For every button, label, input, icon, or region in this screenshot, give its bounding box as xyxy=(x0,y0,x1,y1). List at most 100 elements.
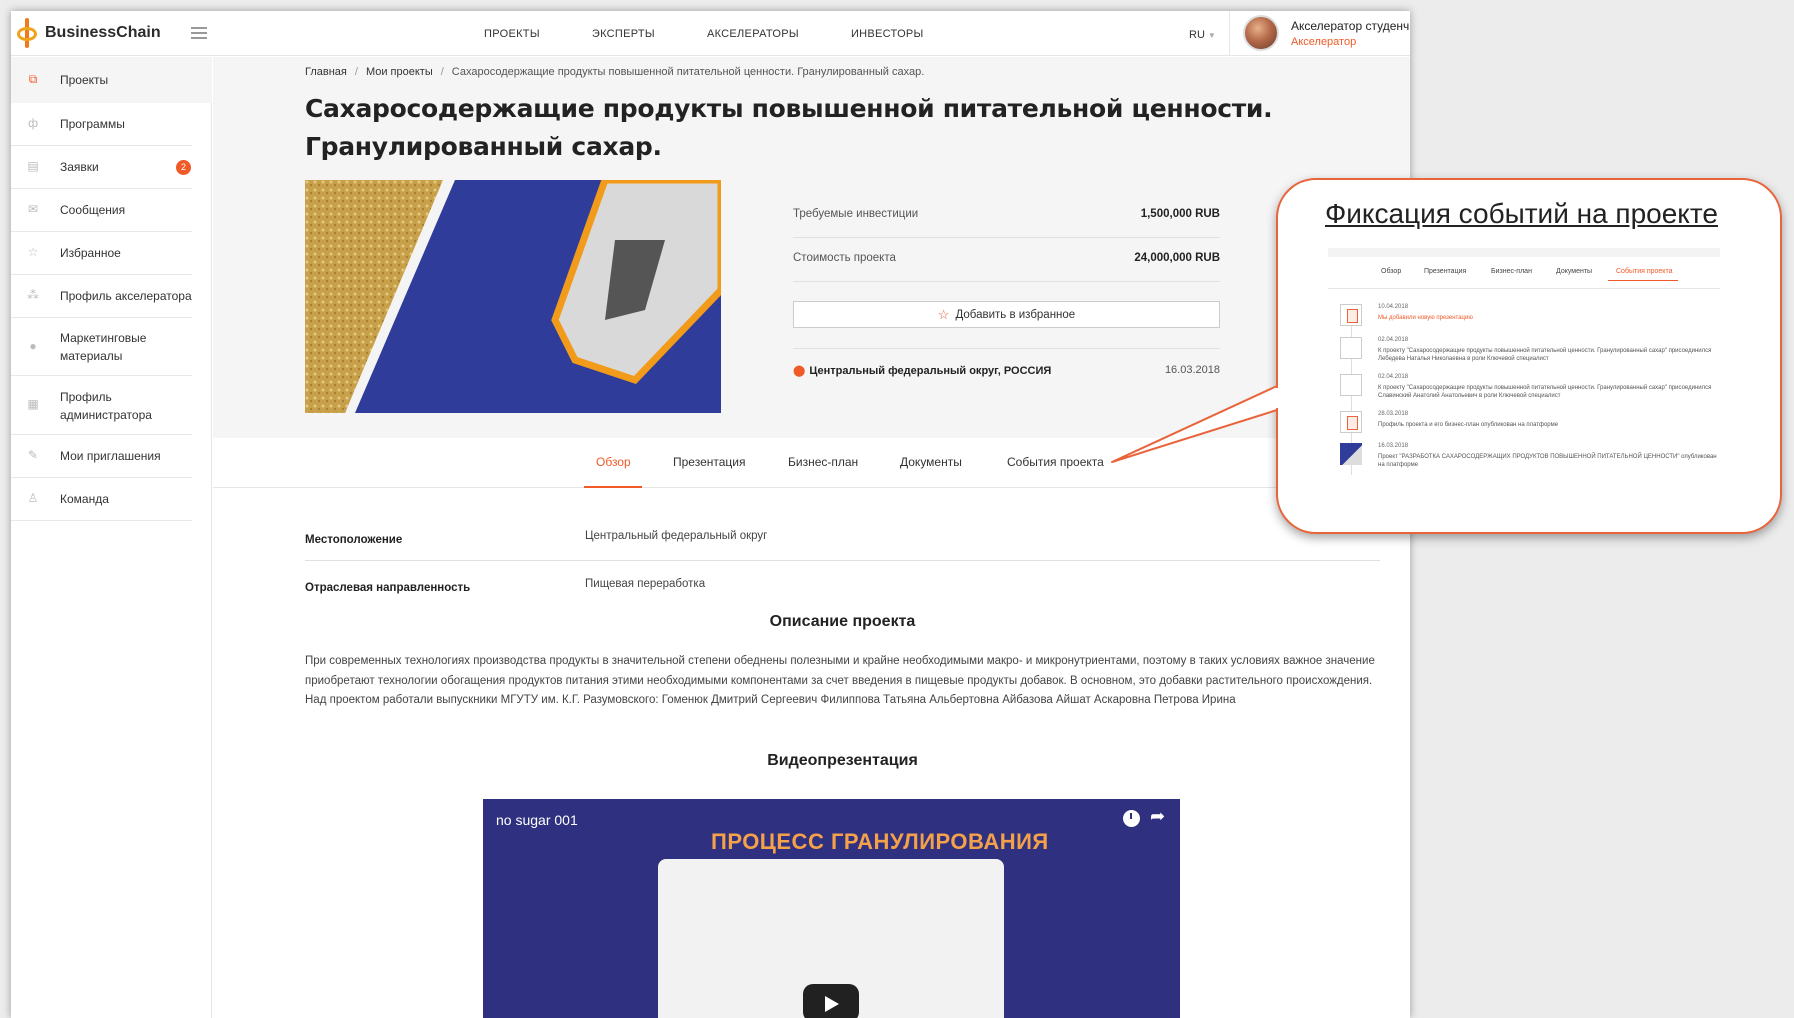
sidebar-item-accelerator-profile[interactable]: ⁂ Профиль акселератора xyxy=(11,275,192,318)
sidebar-item-favorites[interactable]: ☆ Избранное xyxy=(11,232,192,275)
star-icon: ☆ xyxy=(27,245,39,259)
document-icon xyxy=(1340,304,1362,326)
sidebar-item-label: Профиль акселератора xyxy=(60,289,192,303)
sidebar-item-team[interactable]: ♙ Команда xyxy=(11,478,192,521)
industry-detail-row: Отраслевая направленность Пищевая перера… xyxy=(305,564,1380,610)
video-section-title: Видеопрезентация xyxy=(767,752,918,769)
member-icon xyxy=(1340,374,1362,396)
user-name[interactable]: Акселератор студенч xyxy=(1291,19,1409,33)
location-row: ⬤ Центральный федеральный округ, РОССИЯ 1… xyxy=(793,364,1220,377)
event-text: Профиль проекта и его бизнес-план опубли… xyxy=(1378,422,1559,428)
project-image-illustration xyxy=(305,180,721,413)
project-image[interactable] xyxy=(305,180,721,413)
callout-title: Фиксация событий на проекте xyxy=(1325,198,1718,229)
breadcrumb-my-projects[interactable]: Мои проекты xyxy=(366,66,433,78)
nav-accelerators[interactable]: АКСЕЛЕРАТОРЫ xyxy=(707,28,799,40)
sidebar-item-label: Маркетинговые материалы xyxy=(60,331,147,363)
avatar[interactable] xyxy=(1243,15,1279,51)
tab-overview[interactable]: Обзор xyxy=(596,455,631,469)
preview-tab-business-plan: Бизнес-план xyxy=(1491,268,1532,275)
event-date: 02.04.2018 xyxy=(1378,337,1409,343)
divider xyxy=(1328,288,1720,289)
sidebar-item-messages[interactable]: ✉ Сообщения xyxy=(11,189,192,232)
cost-value: 24,000,000 RUB xyxy=(1134,252,1220,264)
nav-projects[interactable]: ПРОЕКТЫ xyxy=(484,28,540,40)
add-to-favorites-label: Добавить в избранное xyxy=(955,308,1076,321)
logo[interactable]: BusinessChain xyxy=(16,18,161,48)
star-icon: ☆ xyxy=(937,306,950,322)
org-icon: ⁂ xyxy=(27,288,39,302)
tab-project-events[interactable]: События проекта xyxy=(1007,455,1104,469)
top-navbar: BusinessChain ПРОЕКТЫ ЭКСПЕРТЫ АКСЕЛЕРАТ… xyxy=(11,11,1410,56)
location-value: Центральный федеральный округ xyxy=(585,530,768,542)
notification-badge: 2 xyxy=(176,160,191,175)
tab-presentation[interactable]: Презентация xyxy=(673,455,746,469)
programs-icon: ф xyxy=(28,116,38,130)
region-text: Центральный федеральный округ, РОССИЯ xyxy=(809,365,1052,377)
event-date: 28.03.2018 xyxy=(1378,411,1409,417)
divider xyxy=(1229,11,1230,56)
sidebar-item-marketing[interactable]: ● Маркетинговые материалы xyxy=(11,318,192,376)
event-date: 16.03.2018 xyxy=(1378,443,1409,449)
sidebar-item-label: Избранное xyxy=(60,246,121,260)
sidebar-item-applications[interactable]: ▤ Заявки 2 xyxy=(11,146,192,189)
location-label: Местоположение xyxy=(305,534,403,546)
user-icon: ♙ xyxy=(27,491,39,505)
preview-tab-events: События проекта xyxy=(1616,268,1673,275)
menu-toggle-icon[interactable] xyxy=(191,27,207,42)
investments-label: Требуемые инвестиции xyxy=(793,208,919,220)
sidebar-item-label: Команда xyxy=(60,492,109,506)
preview-tab-overview: Обзор xyxy=(1381,268,1402,275)
event-text: Проект "РАЗРАБОТКА САХАРОСОДЕРЖАЩИХ ПРОД… xyxy=(1378,454,1717,468)
sidebar-item-label: Сообщения xyxy=(60,203,126,217)
preview-tab-presentation: Презентация xyxy=(1424,268,1467,275)
logo-icon xyxy=(16,18,38,48)
description-text: При современных технологиях производства… xyxy=(305,655,1375,706)
globe-icon: ● xyxy=(29,339,37,353)
play-button[interactable] xyxy=(803,984,859,1018)
sidebar-item-label: Заявки xyxy=(60,160,99,174)
preview-topbar xyxy=(1328,248,1720,257)
breadcrumb-current: Сахаросодержащие продукты повышенной пит… xyxy=(451,66,925,78)
watch-later-icon[interactable] xyxy=(1123,810,1140,827)
nav-investors[interactable]: ИНВЕСТОРЫ xyxy=(851,28,924,40)
video-title[interactable]: no sugar 001 xyxy=(496,812,578,828)
sidebar-item-admin-profile[interactable]: ▦ Профиль администратора xyxy=(11,376,192,435)
events-preview: Обзор Презентация Бизнес-план Документы … xyxy=(1328,248,1720,488)
video-player[interactable]: no sugar 001 ПРОЦЕСС ГРАНУЛИРОВАНИЯ ➦ xyxy=(483,799,1180,1018)
user-role: Акселератор xyxy=(1291,36,1357,48)
sidebar-item-label: Проекты xyxy=(60,73,109,87)
active-tab-indicator xyxy=(584,486,642,488)
breadcrumb-home[interactable]: Главная xyxy=(305,66,347,78)
event-text: Мы добавили новую презентацию xyxy=(1378,315,1473,321)
add-to-favorites-button[interactable]: ☆ Добавить в избранное xyxy=(793,301,1220,328)
member-icon xyxy=(1340,337,1362,359)
main-nav: ПРОЕКТЫ ЭКСПЕРТЫ АКСЕЛЕРАТОРЫ ИНВЕСТОРЫ xyxy=(484,28,976,40)
tab-business-plan[interactable]: Бизнес-план xyxy=(788,455,858,469)
project-thumbnail xyxy=(1340,443,1362,465)
preview-tab-documents: Документы xyxy=(1556,268,1593,275)
share-icon[interactable]: ➦ xyxy=(1150,806,1165,827)
sidebar-item-label: Профиль администратора xyxy=(60,390,152,422)
event-date: 02.04.2018 xyxy=(1378,374,1409,380)
tab-documents[interactable]: Документы xyxy=(900,455,962,469)
event-date: 10.04.2018 xyxy=(1378,304,1409,310)
nav-experts[interactable]: ЭКСПЕРТЫ xyxy=(592,28,655,40)
divider xyxy=(793,348,1220,349)
applications-icon: ▤ xyxy=(27,159,39,173)
publish-date: 16.03.2018 xyxy=(1164,364,1220,376)
sidebar-item-invitations[interactable]: ✎ Мои приглашения xyxy=(11,435,192,478)
language-select[interactable]: RU ▼ xyxy=(1189,29,1216,41)
sidebar-item-label: Мои приглашения xyxy=(60,449,161,463)
document-icon xyxy=(1340,411,1362,433)
grid-icon: ▦ xyxy=(27,397,39,411)
breadcrumb: Главная / Мои проекты / Сахаросодержащие про… xyxy=(305,66,925,78)
sidebar-item-programs[interactable]: ф Программы xyxy=(11,103,192,146)
divider xyxy=(305,560,1380,561)
language-value: RU xyxy=(1189,29,1205,41)
location-detail-row: Местоположение Центральный федеральный о… xyxy=(305,516,1380,562)
event-text: К проекту "Сахаросодержащие продукты пов… xyxy=(1378,385,1712,399)
preview-active-indicator xyxy=(1608,280,1678,281)
sidebar-item-projects[interactable]: ⧉ Проекты xyxy=(11,57,212,103)
edit-icon: ✎ xyxy=(27,448,39,462)
